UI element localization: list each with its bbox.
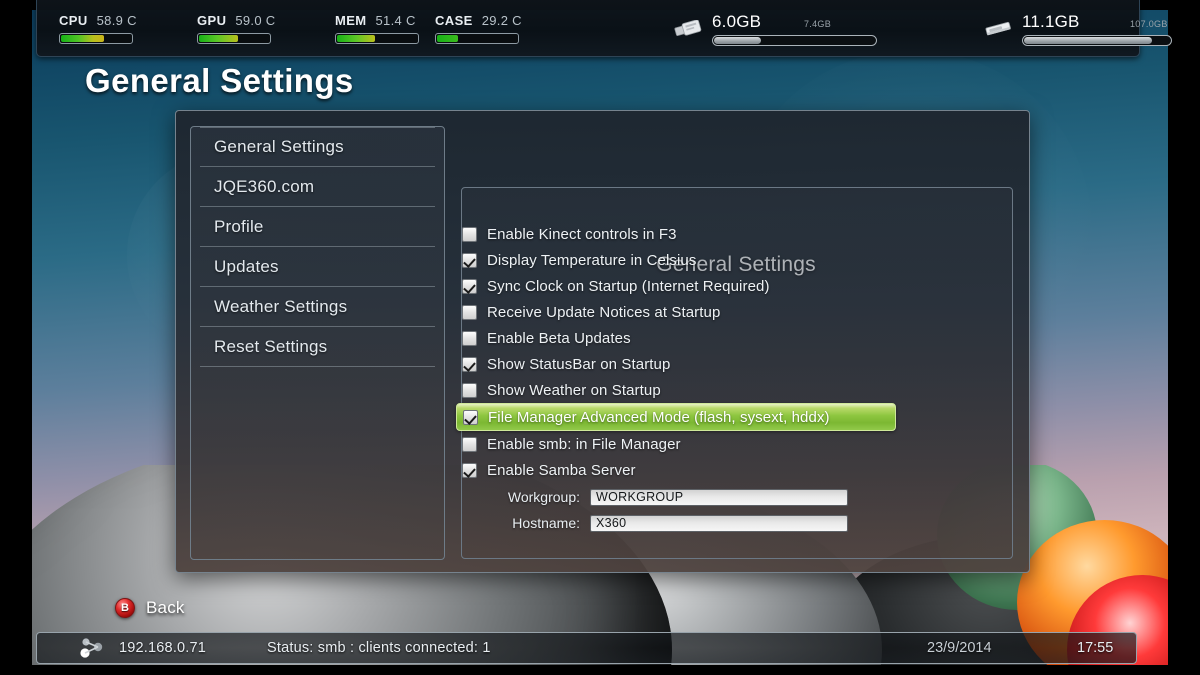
option-row-show-statusbar-on-startup[interactable]: Show StatusBar on Startup xyxy=(456,351,896,377)
field-row-workgroup: Workgroup: xyxy=(456,485,896,509)
sensor-cpu-value: 58.9 C xyxy=(96,13,137,28)
status-ip-address: 192.168.0.71 xyxy=(119,640,207,656)
sidebar-item-general-settings[interactable]: General Settings xyxy=(200,127,435,167)
page-title: General Settings xyxy=(85,62,354,99)
sensor-case-label: CASE xyxy=(435,13,473,28)
checkbox-unchecked-icon[interactable] xyxy=(462,436,477,452)
settings-sidebar: General Settings JQE360.com Profile Upda… xyxy=(190,126,445,560)
option-row-display-temperature-celsius[interactable]: Display Temperature in Celsius xyxy=(456,247,896,273)
status-message: Status: smb : clients connected: 1 xyxy=(267,640,491,656)
sensor-case-value: 29.2 C xyxy=(481,13,522,28)
status-date: 23/9/2014 xyxy=(927,640,992,656)
sensor-mem-label: MEM xyxy=(335,13,367,28)
option-row-enable-beta-updates[interactable]: Enable Beta Updates xyxy=(456,325,896,351)
sensor-gpu-gauge xyxy=(197,33,271,44)
checkbox-unchecked-icon[interactable] xyxy=(462,330,477,346)
option-row-sync-clock-on-startup[interactable]: Sync Clock on Startup (Internet Required… xyxy=(456,273,896,299)
option-label: Enable Samba Server xyxy=(487,461,636,479)
option-label: Enable smb: in File Manager xyxy=(487,435,681,453)
sensor-cpu: CPU 58.9 C xyxy=(59,13,137,44)
sensor-mem: MEM 51.4 C xyxy=(335,13,419,44)
option-row-show-weather-on-startup[interactable]: Show Weather on Startup xyxy=(456,377,896,403)
checkbox-checked-icon[interactable] xyxy=(462,278,477,294)
sidebar-item-jqe360[interactable]: JQE360.com xyxy=(200,167,435,207)
usb-usage-gauge xyxy=(712,35,877,46)
settings-option-list: Enable Kinect controls in F3 Display Tem… xyxy=(456,221,896,535)
settings-dialog: General Settings JQE360.com Profile Upda… xyxy=(175,110,1030,573)
option-row-enable-samba-server[interactable]: Enable Samba Server xyxy=(456,457,896,483)
b-button-icon: B xyxy=(115,598,135,618)
checkbox-checked-icon[interactable] xyxy=(462,356,477,372)
checkbox-unchecked-icon[interactable] xyxy=(462,304,477,320)
option-label: Display Temperature in Celsius xyxy=(487,251,697,269)
sidebar-item-label: Reset Settings xyxy=(214,336,328,356)
status-time: 17:55 xyxy=(1077,640,1114,656)
usb-drive-icon xyxy=(673,19,703,42)
sidebar-item-label: Profile xyxy=(214,216,264,236)
sidebar-item-profile[interactable]: Profile xyxy=(200,207,435,247)
sensor-case: CASE 29.2 C xyxy=(435,13,522,44)
hdd-total-label: 107.0GB xyxy=(1130,19,1168,29)
sensor-case-gauge xyxy=(435,33,519,44)
option-label: Receive Update Notices at Startup xyxy=(487,303,721,321)
sidebar-item-label: Weather Settings xyxy=(214,296,348,316)
checkbox-checked-icon[interactable] xyxy=(462,252,477,268)
usb-used-label: 6.0GB xyxy=(712,12,762,31)
hard-disk-icon xyxy=(983,20,1013,42)
option-label: File Manager Advanced Mode (flash, sysex… xyxy=(488,408,830,426)
workgroup-label: Workgroup: xyxy=(507,489,580,505)
option-label: Enable Kinect controls in F3 xyxy=(487,225,677,243)
checkbox-checked-icon[interactable] xyxy=(463,409,478,425)
disk-hdd: 11.1GB 107.0GB xyxy=(983,12,1172,46)
option-row-file-manager-advanced-mode[interactable]: File Manager Advanced Mode (flash, sysex… xyxy=(456,403,896,431)
option-row-enable-kinect-controls[interactable]: Enable Kinect controls in F3 xyxy=(456,221,896,247)
sensor-cpu-gauge xyxy=(59,33,133,44)
sensor-gpu-label: GPU xyxy=(197,13,227,28)
hardware-status-bar: CPU 58.9 C GPU 59.0 C MEM 51.4 C CASE 29… xyxy=(36,0,1172,57)
option-row-receive-update-notices[interactable]: Receive Update Notices at Startup xyxy=(456,299,896,325)
sidebar-item-updates[interactable]: Updates xyxy=(200,247,435,287)
checkbox-checked-icon[interactable] xyxy=(462,462,477,478)
checkbox-unchecked-icon[interactable] xyxy=(462,226,477,242)
sidebar-item-weather-settings[interactable]: Weather Settings xyxy=(200,287,435,327)
option-label: Show StatusBar on Startup xyxy=(487,355,671,373)
disk-usb: 6.0GB 7.4GB xyxy=(673,12,877,46)
sidebar-item-label: General Settings xyxy=(214,137,344,156)
network-icon xyxy=(79,638,105,662)
sensor-gpu: GPU 59.0 C xyxy=(197,13,275,44)
hostname-input[interactable] xyxy=(590,514,848,532)
back-button[interactable]: B Back xyxy=(115,598,185,618)
back-button-label: Back xyxy=(146,598,185,617)
hostname-label: Hostname: xyxy=(512,515,580,531)
option-row-enable-smb-in-file-manager[interactable]: Enable smb: in File Manager xyxy=(456,431,896,457)
sensor-mem-gauge xyxy=(335,33,419,44)
option-label: Show Weather on Startup xyxy=(487,381,661,399)
sensor-cpu-label: CPU xyxy=(59,13,88,28)
option-label: Enable Beta Updates xyxy=(487,329,631,347)
field-row-hostname: Hostname: xyxy=(456,511,896,535)
workgroup-input[interactable] xyxy=(590,488,848,506)
usb-total-label: 7.4GB xyxy=(804,19,832,29)
screen: CPU 58.9 C GPU 59.0 C MEM 51.4 C CASE 29… xyxy=(0,0,1200,675)
option-label: Sync Clock on Startup (Internet Required… xyxy=(487,277,770,295)
sidebar-item-label: Updates xyxy=(214,256,279,276)
hdd-usage-gauge xyxy=(1022,35,1172,46)
sensor-gpu-value: 59.0 C xyxy=(235,13,276,28)
sensor-mem-value: 51.4 C xyxy=(375,13,416,28)
sidebar-item-label: JQE360.com xyxy=(214,176,315,196)
bottom-status-bar: 192.168.0.71 Status: smb : clients conne… xyxy=(36,632,1137,664)
checkbox-unchecked-icon[interactable] xyxy=(462,382,477,398)
sidebar-item-reset-settings[interactable]: Reset Settings xyxy=(200,327,435,367)
